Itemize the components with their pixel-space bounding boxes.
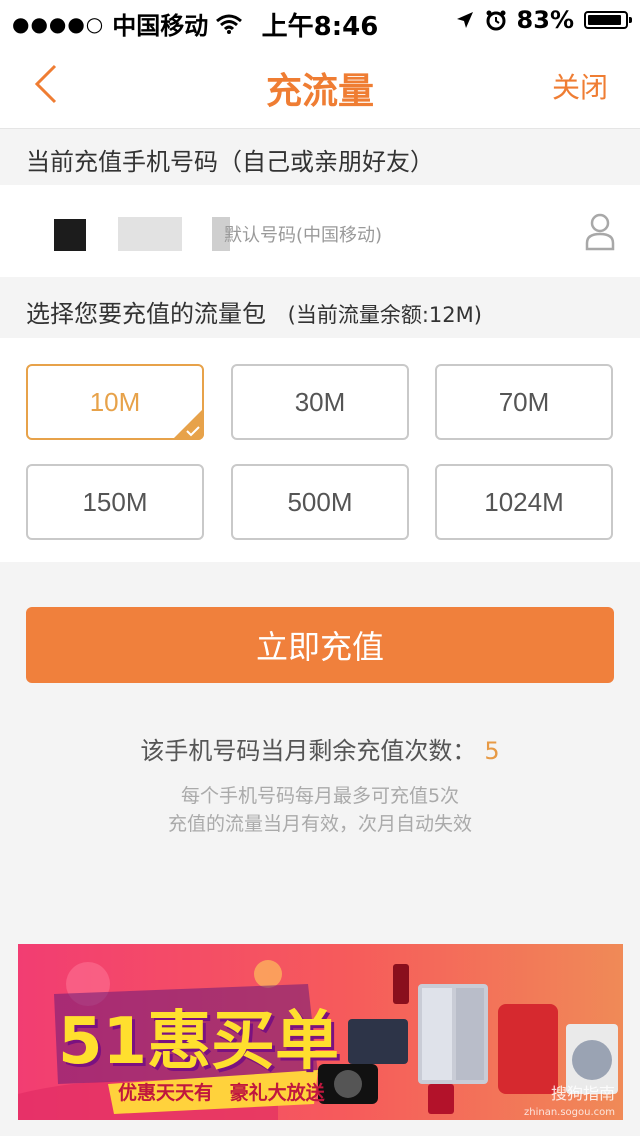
package-option-150m[interactable]: 150M: [26, 464, 204, 540]
redacted-phone-block: [118, 217, 182, 251]
flow-balance: (当前流量余额:12M): [287, 303, 482, 327]
package-option-30m[interactable]: 30M: [231, 364, 409, 440]
nav-bar: 充流量 关闭: [0, 40, 640, 129]
validity-note: 充值的流量当月有效，次月自动失效: [167, 813, 472, 835]
package-option-10m[interactable]: 10M: [26, 364, 204, 440]
redacted-phone-block: [54, 219, 86, 251]
status-bar: ●●●●○ 中国移动 上午8:46 83%: [0, 0, 640, 42]
watermark-text: 搜狗指南: [550, 1084, 615, 1103]
contact-person-icon[interactable]: [584, 211, 616, 251]
remaining-recharge-info: 该手机号码当月剩余充值次数： 5: [0, 731, 640, 766]
package-label: 1024M: [484, 486, 564, 517]
package-section-title: 选择您要充值的流量包: [26, 300, 266, 328]
package-option-1024m[interactable]: 1024M: [435, 464, 613, 540]
phone-section-label: 当前充值手机号码（自己或亲朋好友）: [26, 148, 434, 176]
page-title: 充流量: [265, 71, 374, 112]
battery-icon: [584, 11, 632, 29]
package-option-500m[interactable]: 500M: [231, 464, 409, 540]
banner-sub: 优惠天天有 豪礼大放送: [118, 1078, 325, 1105]
close-button[interactable]: 关闭: [552, 66, 608, 106]
package-label: 150M: [82, 486, 148, 517]
package-label: 70M: [498, 386, 550, 417]
phone-number-input[interactable]: [222, 217, 526, 253]
promo-banner[interactable]: 51惠买单 优惠天天有 豪礼大放送 搜狗指南 zhinan.sogou.com: [18, 944, 623, 1120]
package-label: 30M: [294, 386, 346, 417]
banner-headline: 51惠买单: [58, 1005, 340, 1079]
package-label: 10M: [89, 386, 141, 417]
battery-percent: 83%: [516, 6, 574, 34]
recharge-now-button[interactable]: 立即充值: [26, 607, 614, 683]
banner-sub-left: 优惠天天有: [118, 1082, 214, 1104]
package-label: 500M: [287, 486, 353, 517]
alarm-icon: [486, 10, 506, 31]
package-option-70m[interactable]: 70M: [435, 364, 613, 440]
location-arrow-icon: [456, 12, 473, 28]
package-section-label: 选择您要充值的流量包 (当前流量余额:12M): [26, 294, 482, 329]
status-right: 83%: [455, 6, 632, 34]
remaining-count: 5: [484, 737, 500, 765]
package-grid: 10M 30M 70M 150M 500M 1024M: [0, 338, 640, 562]
remaining-label: 该手机号码当月剩余充值次数：: [140, 737, 477, 765]
selected-check-icon: [172, 408, 204, 440]
watermark-url: zhinan.sogou.com: [523, 1107, 615, 1118]
banner-sub-right: 豪礼大放送: [229, 1082, 325, 1104]
monthly-limit-note: 每个手机号码每月最多可充值5次: [180, 785, 460, 807]
phone-input-row: [0, 185, 640, 277]
